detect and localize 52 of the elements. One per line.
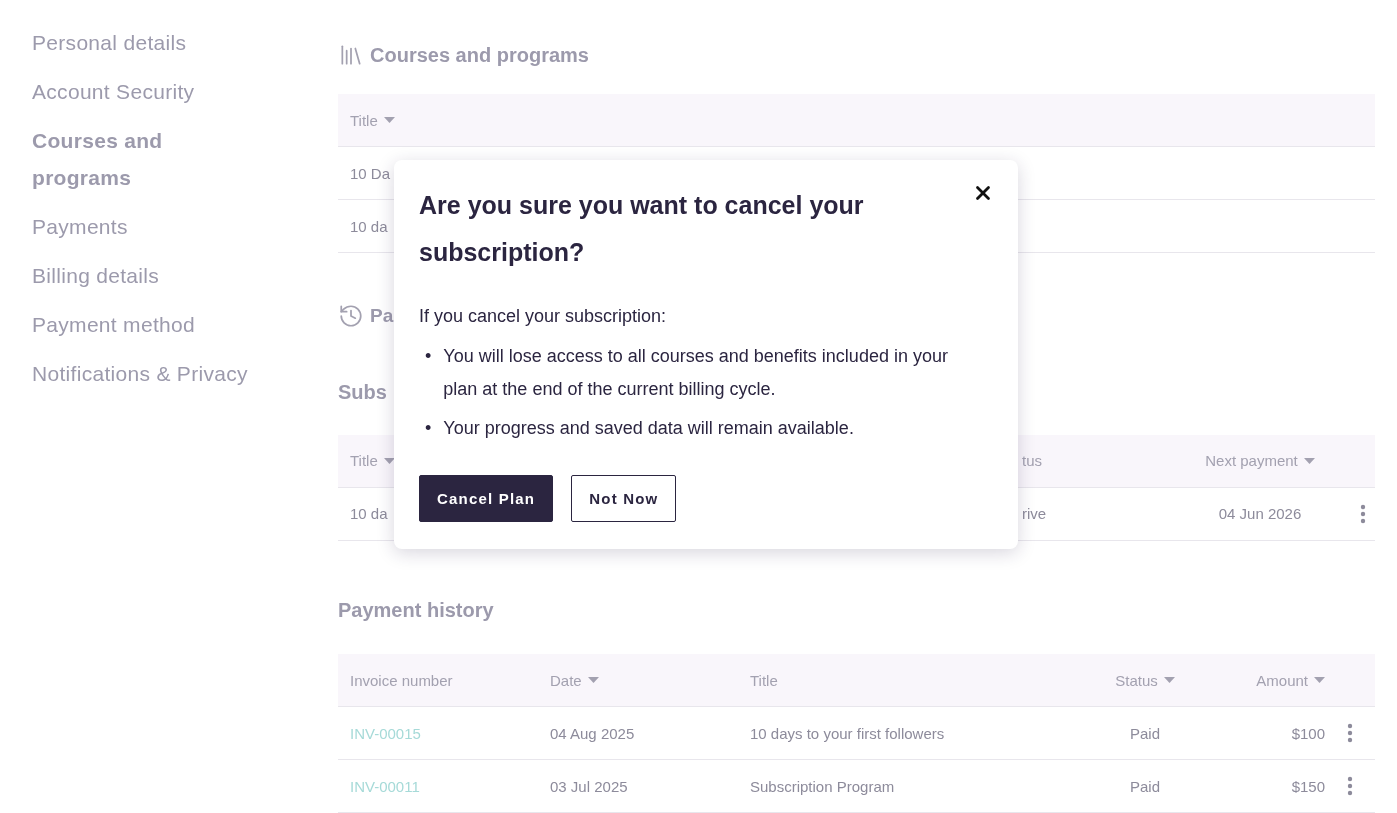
sidebar-item[interactable]: Payment method [32, 306, 322, 343]
section-title: Courses and programs [370, 43, 589, 67]
column-header[interactable]: Status [1085, 671, 1205, 689]
sidebar-item[interactable]: Personal details [32, 24, 322, 61]
table-cell-text: Subscription Program [750, 777, 896, 795]
bullet-text: Your progress and saved data will remain available. [443, 417, 855, 440]
column-header: Invoice number [350, 671, 454, 689]
sort-caret-icon [1314, 677, 1325, 683]
sort-caret-icon [1163, 677, 1175, 683]
table-cell-text: rive [1022, 505, 1048, 522]
section-title: Pa [370, 305, 394, 327]
column-header: Title [750, 671, 779, 689]
sidebar-item[interactable]: Payments [32, 208, 322, 245]
table-cell-text: 03 Jul 2025 [550, 777, 629, 795]
table-cell-text: Paid [1129, 724, 1161, 742]
sidebar-item[interactable]: Billing details [32, 257, 322, 294]
table-cell-text: 04 Aug 2025 [550, 724, 636, 742]
bullet-marker: • [425, 345, 432, 368]
more-options-icon[interactable] [1347, 723, 1353, 743]
bullet-text: You will lose access to all courses and benefits included in your plan at the end of the current billing cycle. [443, 345, 949, 401]
invoice-link[interactable]: INV-00011 [350, 777, 420, 795]
sort-caret-icon [1303, 457, 1315, 464]
column-header[interactable]: Next payment [1170, 452, 1350, 469]
section-subtitle: Payment history [338, 598, 494, 622]
cancel-plan-button[interactable]: Cancel Plan [419, 475, 554, 522]
column-header[interactable]: Date [550, 671, 750, 689]
dismiss-button[interactable]: Not Now [571, 475, 677, 522]
column-header[interactable]: Amount [1205, 671, 1325, 689]
table-cell-text: 10 da [350, 217, 389, 235]
table-cell-text: $150 [1290, 777, 1325, 795]
table-cell-text: 04 Jun 2026 [1217, 505, 1303, 522]
sort-caret-icon [587, 677, 599, 683]
table-cell-text: 10 da [350, 505, 389, 522]
bullet-marker: • [425, 417, 432, 440]
sidebar-item[interactable]: Account Security [32, 73, 322, 110]
sidebar-item[interactable]: Courses and programs [32, 122, 232, 196]
table-cell-text: Paid [1129, 777, 1161, 795]
more-options-icon[interactable] [1359, 503, 1366, 524]
more-options-icon[interactable] [1347, 776, 1353, 796]
invoice-link[interactable]: INV-00015 [350, 724, 421, 742]
table-cell-text: 10 days to your first followers [750, 724, 946, 742]
column-header[interactable]: Title [350, 452, 1022, 469]
table-cell-text: $100 [1290, 724, 1325, 742]
dialog-title: Are you sure you want to cancel your subscription? [419, 190, 865, 268]
column-header: tus [1022, 452, 1043, 469]
sort-caret-icon [383, 457, 395, 464]
section-subtitle: Subs [338, 381, 387, 405]
dialog-text: If you cancel your subscription: [419, 305, 668, 328]
history-icon [338, 303, 364, 329]
table-cell-text: 10 Da [350, 164, 392, 182]
sort-caret-icon [383, 117, 395, 123]
sidebar-item[interactable]: Notifications & Privacy [32, 355, 322, 392]
